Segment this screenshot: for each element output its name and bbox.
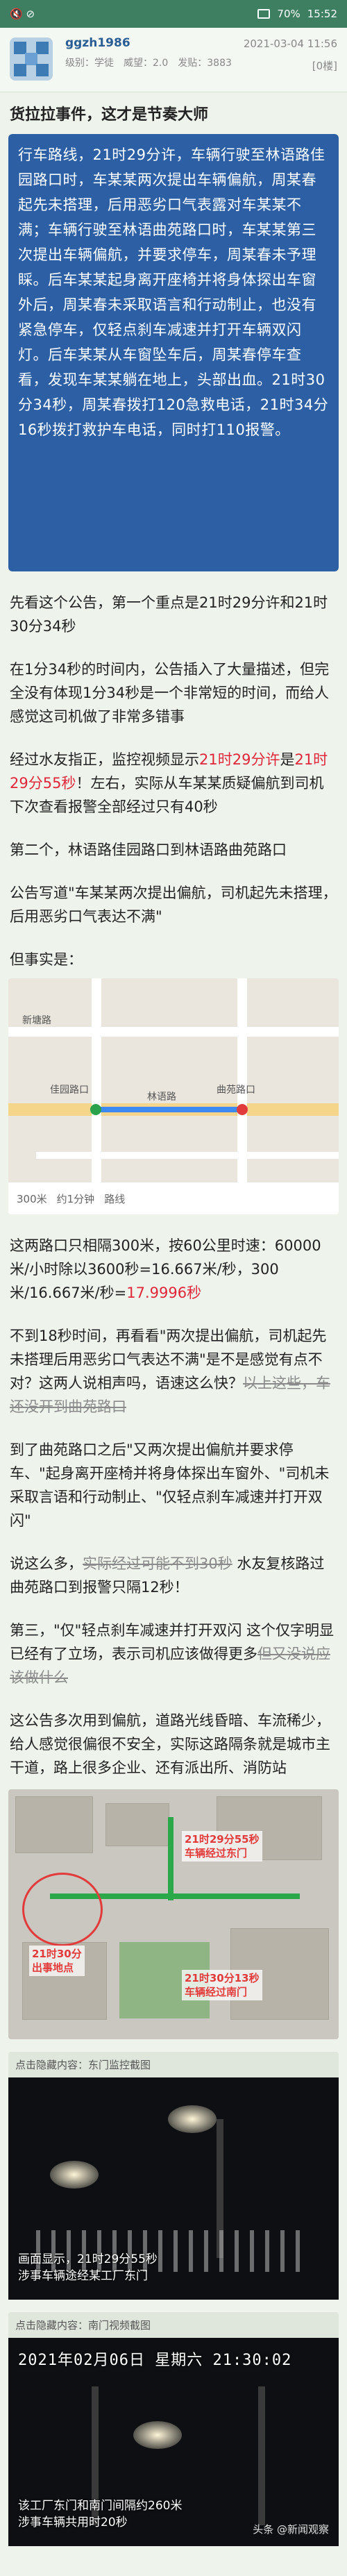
cctv-east-gate-image: 画面显示，21时29分55秒 涉事车辆途经某工厂东门 — [8, 2077, 339, 2300]
incident-circle — [22, 1873, 103, 1946]
satellite-map-image: 21时29分55秒 车辆经过东门 21时30分13秒 车辆经过南门 21时30分… — [8, 1789, 339, 2039]
paragraph-6: 但事实是： — [10, 951, 83, 968]
paragraph-3: 经过水友指正，监控视频显示21时29分许是21时29分55秒！左右，实际从车某某… — [10, 751, 328, 815]
map-info-bar: 300米 约1分钟 路线 — [8, 1182, 339, 1214]
cctv-south-gate-image: 2021年02月06日 星期六 21:30:02 该工厂东门和南门间隔约260米… — [8, 2338, 339, 2546]
status-icons: 🔇 ⊘ — [10, 8, 35, 20]
route-map-image: 佳园路口 林语路 曲苑路口 新塘路 300米 约1分钟 路线 — [8, 978, 339, 1214]
user-prestige: 威望：2.0 — [124, 58, 169, 69]
avatar[interactable] — [10, 37, 53, 81]
post-header: ggzh1986 2021-03-04 11:56 级别：学徒 威望：2.0 发… — [0, 28, 347, 92]
post-date: 2021-03-04 11:56 — [243, 37, 337, 50]
paragraph-4: 第二个，林语路佳园路口到林语路曲苑路口 — [10, 842, 287, 858]
official-notice-image: 行车路线，21时29分许，车辆行驶至林语路佳园路口时，车某某两次提出车辆偏航，周… — [8, 134, 339, 571]
paragraph-1: 先看这个公告，第一个重点是21时29分许和21时30分34秒 — [10, 594, 328, 635]
floor-label: [0楼] — [312, 60, 337, 72]
user-posts: 发贴：3883 — [178, 58, 232, 69]
paragraph-9: 到了曲苑路口之后"又两次提出偏航并要求停车、"起身离开座椅并将身体探出车窗外、"… — [10, 1441, 330, 1529]
start-pin-icon — [90, 1104, 101, 1115]
user-level: 级别：学徒 — [65, 58, 114, 69]
clock: 15:52 — [307, 8, 337, 20]
notice-text: 行车路线，21时29分许，车辆行驶至林语路佳园路口时，车某某两次提出车辆偏航，周… — [18, 147, 329, 438]
paragraph-2: 在1分34秒的时间内，公告插入了大量描述，但完全没有体现1分34秒是一个非常短的… — [10, 661, 330, 725]
hidden-content-toggle-2[interactable]: 点击隐藏内容：南门视频截图 — [8, 2312, 339, 2338]
end-pin-icon — [237, 1104, 248, 1115]
watermark: 头条 @新闻观察 — [253, 2523, 329, 2536]
battery-level: 70% — [277, 8, 301, 20]
paragraph-11: 第三，"仅"轻点刹车减速并打开双闪 这个仅字明显已经有了立场，表示司机应该做得更… — [10, 1622, 334, 1686]
status-bar: 🔇 ⊘ 70% 15:52 — [0, 0, 347, 28]
cctv-timestamp: 2021年02月06日 星期六 21:30:02 — [18, 2352, 292, 2369]
time-highlight-1: 21时29分许 — [199, 751, 280, 768]
post-title: 货拉拉事件，这才是节奏大师 — [10, 106, 209, 124]
paragraph-10: 说这么多，实际经过可能不到30秒 水友复核路过曲苑路口到报警只隔12秒！ — [10, 1555, 325, 1596]
paragraph-8: 不到18秒时间，再看看"两次提出偏航，司机起先未搭理后用恶劣口气表达不满"是不是… — [10, 1328, 330, 1415]
hidden-content-toggle-1[interactable]: 点击隐藏内容：东门监控截图 — [8, 2052, 339, 2077]
user-meta: 级别：学徒 威望：2.0 发贴：3883 — [65, 56, 337, 69]
paragraph-7: 这两路口只相隔300米，按60公里时速：60000米/小时除以3600秒=16.… — [10, 1237, 321, 1301]
paragraph-12: 这公告多次用到偏航，道路光线昏暗、车流稀少，给人感觉很偏很不安全，实际这路隔条就… — [10, 1712, 330, 1776]
seconds-highlight: 17.9996秒 — [126, 1285, 202, 1301]
paragraph-5: 公告写道"车某某两次提出偏航，司机起先未搭理，后用恶劣口气表达不满" — [10, 885, 337, 925]
battery-icon — [257, 9, 271, 19]
